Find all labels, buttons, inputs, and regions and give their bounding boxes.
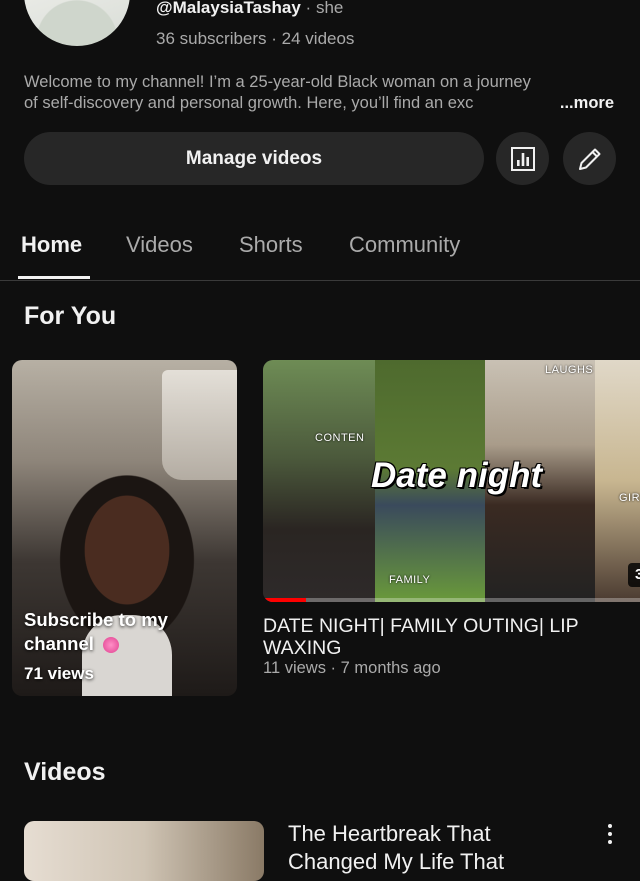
manage-videos-button[interactable]: Manage videos [24,132,484,185]
channel-tabs: Home Videos Shorts Community [0,226,640,281]
pencil-icon [578,148,600,170]
channel-description[interactable]: Welcome to my channel! I’m a 25-year-old… [24,72,620,114]
thumb-tag-family: FAMILY [389,574,431,586]
for-you-heading: For You [24,302,117,330]
thumb-tag-laughs: LAUGHS [545,364,594,376]
short-card[interactable]: Subscribe to my channel 71 views [12,360,237,696]
watch-progress-fill [263,598,306,602]
video-title[interactable]: DATE NIGHT| FAMILY OUTING| LIP WAXING [263,615,633,659]
short-title: Subscribe to my channel [24,608,224,656]
channel-stats: 36 subscribers · 24 videos [156,29,355,48]
tab-shorts[interactable]: Shorts [239,232,303,258]
description-line-2: of self-discovery and personal growth. H… [24,94,474,112]
channel-avatar[interactable] [24,0,130,46]
short-views: 71 views [24,664,94,683]
video-thumbnail-2[interactable] [24,821,264,881]
channel-handle: @MalaysiaTashay · she [156,0,343,18]
pronoun-separator: · [305,0,312,17]
thumbnail-caption: Date night [371,456,543,495]
videos-heading: Videos [24,758,106,786]
channel-handle-text: @MalaysiaTashay [156,0,301,17]
more-link[interactable]: ...more [555,93,614,114]
more-options-button[interactable] [600,822,620,846]
video-title-2-line-1[interactable]: The Heartbreak That [288,821,491,847]
channel-pronouns: she [315,0,344,17]
thumb-tag-content: CONTEN [315,432,365,444]
tab-community[interactable]: Community [349,232,460,258]
thumb-tag-girl: GIRL [619,492,640,504]
kebab-menu-icon [608,824,612,844]
tab-videos[interactable]: Videos [126,232,193,258]
edit-channel-button[interactable] [563,132,616,185]
video-meta: 11 views · 7 months ago [263,659,441,677]
duration-badge: 3 [628,563,640,587]
short-title-text: Subscribe to my channel [24,609,168,654]
analytics-icon [510,146,535,171]
video-thumbnail[interactable]: CONTEN LAUGHS FAMILY GIRL Date night 3 [263,360,640,602]
watch-progress-bar [263,598,640,602]
video-title-2-line-2[interactable]: Changed My Life That [288,849,504,875]
analytics-button[interactable] [496,132,549,185]
description-line-1: Welcome to my channel! I’m a 25-year-old… [24,73,531,91]
tab-home[interactable]: Home [21,232,82,258]
heart-icon [103,637,120,654]
active-tab-indicator [18,276,90,279]
